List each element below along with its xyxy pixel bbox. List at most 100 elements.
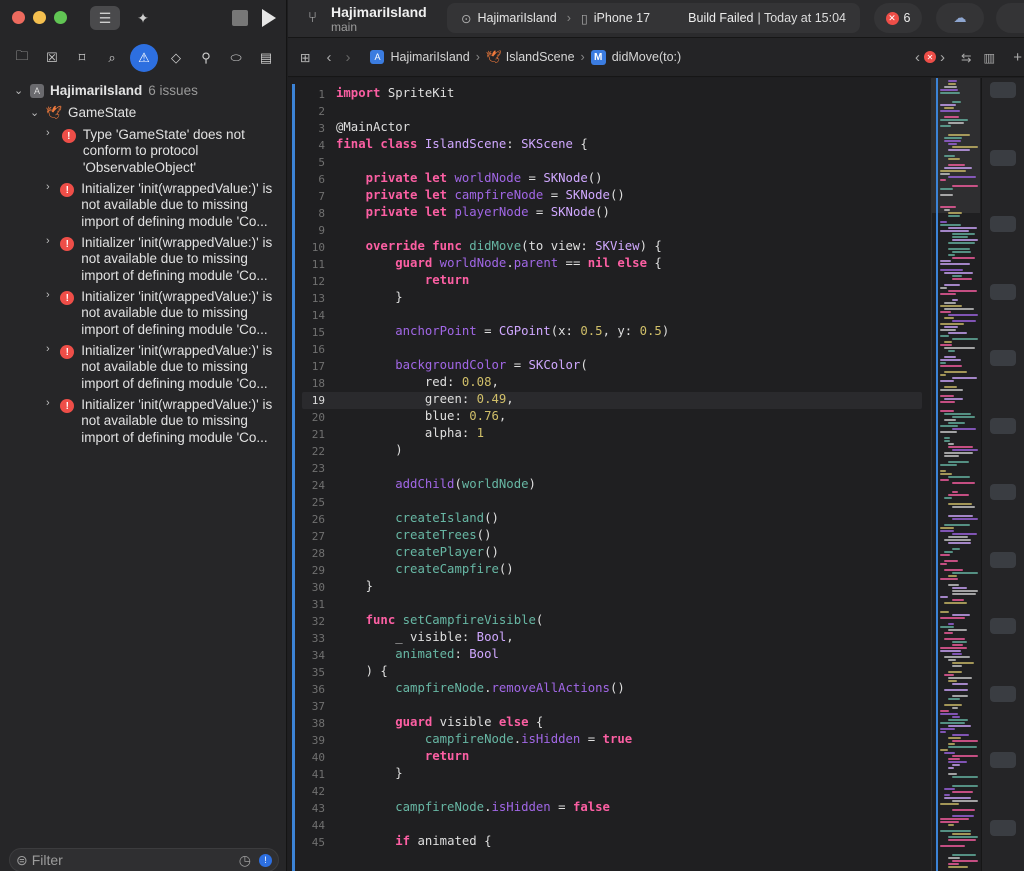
issue-row[interactable]: › ! Initializer 'init(wrappedValue:)' is…	[46, 289, 276, 338]
issues-count: 6 issues	[148, 83, 198, 98]
line-number: 31	[311, 598, 325, 611]
scheme-selector[interactable]: HajimariIsland	[477, 11, 556, 25]
preview-thumbnail[interactable]	[990, 618, 1016, 634]
code-line: campfireNode.isHidden = false	[395, 800, 610, 814]
issue-filter-icon[interactable]: !	[259, 853, 272, 867]
group-row[interactable]: ⌄ 🕊 GameState	[30, 105, 136, 121]
preview-thumbnail[interactable]	[990, 284, 1016, 300]
minimap-line	[940, 89, 958, 91]
minimap-line	[944, 137, 962, 139]
previous-issue-icon[interactable]: ‹	[915, 49, 920, 66]
preview-thumbnail[interactable]	[990, 350, 1016, 366]
editor-options-icon[interactable]: ▥	[983, 50, 995, 65]
preview-thumbnail[interactable]	[990, 552, 1016, 568]
breadcrumb-file[interactable]: IslandScene	[506, 50, 575, 64]
sidebar-toolbar: ☰ ✦	[90, 6, 158, 30]
minimap-line	[948, 857, 960, 859]
preview-thumbnail[interactable]	[990, 820, 1016, 836]
minimap-line	[952, 764, 960, 766]
minimap-line	[940, 578, 958, 580]
line-number: 2	[318, 105, 325, 118]
minimap-line	[948, 680, 957, 682]
preview-thumbnail[interactable]	[990, 686, 1016, 702]
minimize-window-button[interactable]	[33, 11, 46, 24]
line-number: 43	[311, 802, 325, 815]
preview-thumbnail[interactable]	[990, 216, 1016, 232]
zoom-window-button[interactable]	[54, 11, 67, 24]
code-line: createPlayer()	[395, 545, 499, 559]
code-line: guard visible else {	[395, 715, 544, 729]
back-icon[interactable]: ‹	[326, 49, 331, 66]
related-items-icon[interactable]: ⊞	[300, 50, 310, 65]
tab-reports[interactable]: ▤	[254, 46, 278, 70]
code-line: anchorPoint = CGPoint(x: 0.5, y: 0.5)	[395, 324, 670, 338]
line-number: 17	[311, 360, 325, 373]
tab-project-navigator[interactable]: 🗀	[10, 46, 34, 70]
project-row[interactable]: ⌄ A HajimariIsland 6 issues	[14, 83, 198, 98]
preview-thumbnail[interactable]	[990, 484, 1016, 500]
minimap-line	[948, 494, 969, 496]
code-line: private let worldNode = SKNode()	[365, 171, 603, 185]
clock-icon[interactable]: ◷	[239, 852, 251, 869]
minimap-line	[944, 497, 952, 499]
issue-row[interactable]: › ! Initializer 'init(wrappedValue:)' is…	[46, 343, 276, 392]
preview-thumbnail[interactable]	[990, 418, 1016, 434]
code-line: final class IslandScene: SKScene {	[336, 137, 588, 151]
line-number: 25	[311, 496, 325, 509]
minimap-line	[944, 116, 959, 118]
minimap[interactable]	[931, 78, 980, 871]
breadcrumb-symbol[interactable]: didMove(to:)	[612, 50, 681, 64]
project-title[interactable]: HajimariIsland	[331, 4, 427, 20]
tab-bookmarks[interactable]: ⌑	[70, 46, 94, 70]
preview-thumbnail[interactable]	[990, 82, 1016, 98]
branch-name[interactable]: main	[331, 20, 357, 34]
issue-row[interactable]: › ! Initializer 'init(wrappedValue:)' is…	[46, 397, 276, 446]
preview-thumbnail[interactable]	[990, 150, 1016, 166]
minimap-line	[940, 305, 962, 307]
run-button[interactable]	[262, 9, 276, 27]
error-count-badge[interactable]: ✕ 6	[874, 3, 922, 33]
coding-assistant-button[interactable]: ✦	[128, 6, 158, 30]
forward-icon[interactable]: ›	[345, 49, 350, 66]
inspector-toggle-button[interactable]	[996, 3, 1024, 33]
code-line: createTrees()	[395, 528, 492, 542]
minimap-line	[944, 551, 953, 553]
tab-find[interactable]: ⌕	[100, 46, 124, 70]
preview-thumbnail[interactable]	[990, 752, 1016, 768]
close-window-button[interactable]	[12, 11, 25, 24]
minimap-line	[944, 560, 958, 562]
tab-tests[interactable]: ◇	[164, 46, 188, 70]
minimap-line	[940, 722, 965, 724]
add-editor-icon[interactable]: +	[1013, 49, 1022, 66]
source-editor[interactable]: 1 import SpriteKit 2 3 @MainActor 4 final c…	[288, 78, 931, 871]
next-issue-icon[interactable]: ›	[940, 49, 945, 66]
navigator-tabs: 🗀 ☒ ⌑ ⌕ ⚠ ◇ ⚲ ⬭ ▤	[8, 44, 280, 72]
stop-button[interactable]	[232, 10, 248, 26]
minimap-line	[940, 230, 969, 232]
issue-row[interactable]: › ! Initializer 'init(wrappedValue:)' is…	[46, 235, 276, 284]
minimap-line	[944, 272, 973, 274]
minimap-line	[948, 242, 975, 244]
minimap-line	[952, 695, 968, 697]
filter-field[interactable]: ⊜ Filter ◷ !	[9, 848, 279, 871]
tab-issues[interactable]: ⚠	[130, 44, 158, 72]
issue-row[interactable]: › ! Type 'GameState' does not conform to…	[46, 127, 276, 176]
device-selector[interactable]: iPhone 17	[594, 11, 650, 25]
split-editor-icon[interactable]: ⇆	[961, 50, 971, 65]
toggle-navigator-button[interactable]: ☰	[90, 6, 120, 30]
code-line: green: 0.49,	[336, 392, 514, 406]
tab-source-control[interactable]: ☒	[40, 46, 64, 70]
minimap-line	[940, 803, 959, 805]
issue-row[interactable]: › ! Initializer 'init(wrappedValue:)' is…	[46, 181, 276, 230]
code-line: createCampfire()	[395, 562, 514, 576]
line-number: 9	[318, 224, 325, 237]
cloud-status-button[interactable]: ☁	[936, 3, 984, 33]
tab-breakpoints[interactable]: ⬭	[224, 46, 248, 70]
minimap-line	[940, 395, 954, 397]
minimap-line	[940, 194, 953, 196]
line-number: 11	[311, 258, 325, 271]
code-line: return	[424, 749, 470, 763]
breadcrumb-project[interactable]: HajimariIsland	[390, 50, 469, 64]
minimap-line	[940, 323, 964, 325]
tab-debug[interactable]: ⚲	[194, 46, 218, 70]
